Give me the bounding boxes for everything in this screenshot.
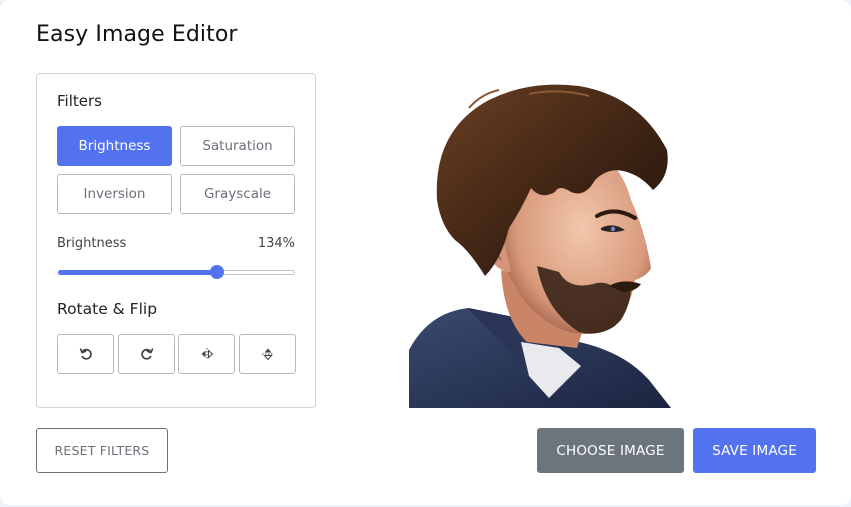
portrait-image (409, 84, 671, 408)
slider-fill (58, 270, 217, 275)
flip-horizontal-icon (201, 348, 213, 360)
flip-vertical-icon (261, 348, 274, 361)
rotate-right-icon (140, 348, 153, 360)
editor-card: Easy Image Editor Filters Brightness Sat… (0, 0, 851, 505)
brightness-slider[interactable] (58, 265, 295, 279)
filter-saturation-button[interactable]: Saturation (180, 126, 295, 166)
flip-horizontal-button[interactable] (178, 334, 235, 374)
rotate-right-button[interactable] (118, 334, 175, 374)
slider-info: Brightness 134% (57, 236, 295, 251)
app-title: Easy Image Editor (36, 22, 238, 47)
flip-vertical-button[interactable] (239, 334, 296, 374)
slider-thumb[interactable] (209, 265, 224, 279)
choose-image-button[interactable]: CHOOSE IMAGE (537, 428, 684, 473)
slider-name: Brightness (57, 236, 127, 251)
save-image-button[interactable]: SAVE IMAGE (693, 428, 816, 473)
filter-inversion-button[interactable]: Inversion (57, 174, 172, 214)
image-preview (409, 80, 679, 408)
filter-grayscale-button[interactable]: Grayscale (180, 174, 295, 214)
rotate-left-icon (79, 348, 92, 360)
filter-brightness-button[interactable]: Brightness (57, 126, 172, 166)
rotate-left-button[interactable] (57, 334, 114, 374)
reset-filters-button[interactable]: RESET FILTERS (36, 428, 168, 473)
slider-value: 134% (257, 236, 295, 251)
controls-panel: Filters Brightness Saturation Inversion … (36, 73, 316, 408)
filters-heading: Filters (57, 92, 102, 110)
rotate-flip-heading: Rotate & Flip (57, 300, 158, 318)
